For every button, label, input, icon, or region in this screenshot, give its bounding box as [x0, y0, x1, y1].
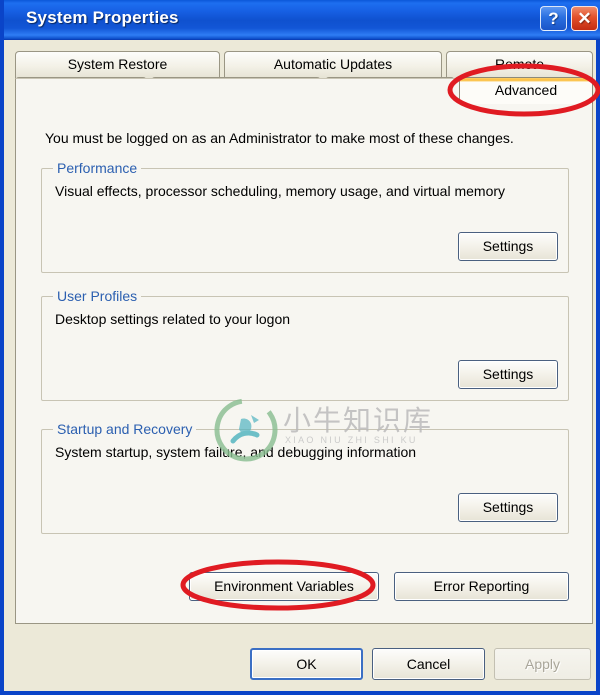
performance-settings-button[interactable]: Settings — [458, 232, 558, 261]
administrator-note: You must be logged on as an Administrato… — [45, 130, 514, 146]
environment-variables-button[interactable]: Environment Variables — [189, 572, 379, 601]
tab-system-restore[interactable]: System Restore — [15, 51, 220, 78]
tab-automatic-updates[interactable]: Automatic Updates — [224, 51, 442, 78]
help-icon[interactable]: ? — [540, 6, 567, 31]
title-bar[interactable]: System Properties ? ✕ — [4, 0, 600, 40]
tab-remote[interactable]: Remote — [446, 51, 593, 78]
startup-recovery-group: Startup and Recovery System startup, sys… — [41, 421, 569, 534]
user-profiles-group-label: User Profiles — [53, 288, 142, 304]
ok-button[interactable]: OK — [250, 648, 363, 680]
apply-button: Apply — [494, 648, 591, 680]
performance-group: Performance Visual effects, processor sc… — [41, 160, 569, 273]
startup-recovery-description: System startup, system failure, and debu… — [55, 444, 417, 460]
advanced-tab-panel: You must be logged on as an Administrato… — [15, 78, 593, 624]
system-properties-window: System Properties ? ✕ System Restore Aut… — [0, 0, 600, 695]
tab-advanced[interactable]: Advanced — [459, 77, 593, 104]
user-profiles-settings-button[interactable]: Settings — [458, 360, 558, 389]
close-icon[interactable]: ✕ — [571, 6, 598, 31]
cancel-button[interactable]: Cancel — [372, 648, 485, 680]
performance-description: Visual effects, processor scheduling, me… — [55, 183, 506, 199]
error-reporting-button[interactable]: Error Reporting — [394, 572, 569, 601]
startup-recovery-settings-button[interactable]: Settings — [458, 493, 558, 522]
window-title: System Properties — [26, 8, 179, 27]
performance-group-label: Performance — [53, 160, 142, 176]
user-profiles-description: Desktop settings related to your logon — [55, 311, 291, 327]
user-profiles-group: User Profiles Desktop settings related t… — [41, 288, 569, 401]
startup-recovery-group-label: Startup and Recovery — [53, 421, 197, 437]
